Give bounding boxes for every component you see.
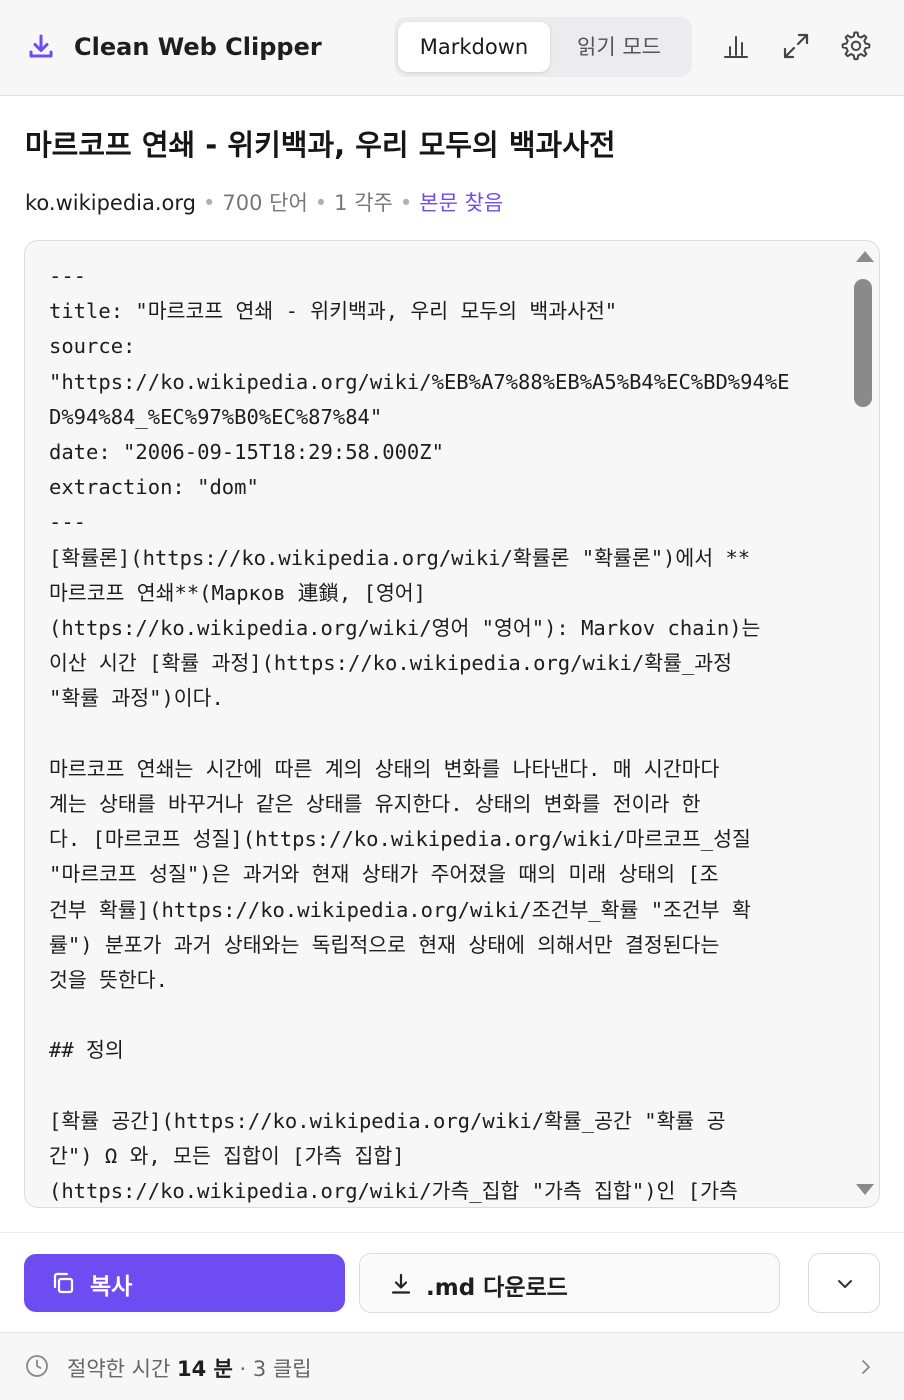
separator-dot: • — [399, 191, 413, 215]
markdown-line: --- — [49, 510, 87, 535]
view-mode-toggle: Markdown 읽기 모드 — [394, 17, 692, 77]
app-title: Clean Web Clipper — [74, 33, 322, 61]
gear-icon[interactable] — [838, 28, 874, 64]
markdown-line: --- — [49, 264, 87, 288]
download-icon — [391, 1273, 411, 1294]
copy-button[interactable]: 복사 — [24, 1254, 345, 1312]
markdown-line: 다. [마르코프 성질](https://ko.wikipedia.org/wi… — [49, 827, 751, 852]
time-saved-text: 절약한 시간 14 분 · 3 클립 — [67, 1353, 312, 1383]
markdown-line — [49, 998, 839, 1033]
page-title: 마르코프 연쇄 - 위키백과, 우리 모두의 백과사전 — [25, 128, 616, 162]
source-domain: ko.wikipedia.org — [25, 191, 196, 215]
word-count: 700 단어 — [222, 191, 308, 215]
download-label: .md 다운로드 — [426, 1275, 568, 1301]
more-options-button[interactable] — [808, 1253, 880, 1313]
footnote-count: 1 각주 — [334, 191, 393, 215]
markdown-line: [확률 공간](https://ko.wikipedia.org/wiki/확률… — [49, 1108, 726, 1133]
chart-icon[interactable] — [718, 28, 754, 64]
expand-icon[interactable] — [778, 28, 814, 64]
markdown-line: 률") 분포가 과거 상태와는 독립적으로 현재 상태에 의해서만 결정된다는 — [49, 932, 720, 957]
markdown-line: ## 정의 — [49, 1038, 124, 1063]
scrollbar[interactable] — [849, 241, 879, 1207]
tab-reading-mode[interactable]: 읽기 모드 — [554, 22, 684, 72]
copy-label: 복사 — [90, 1274, 133, 1300]
markdown-line: source: — [49, 334, 136, 359]
chevron-right-icon — [862, 1360, 870, 1374]
download-md-button[interactable]: .md 다운로드 — [359, 1253, 780, 1313]
markdown-line: 마르코프 연쇄는 시간에 따른 계의 상태의 변화를 나타낸다. 매 시간마다 — [49, 756, 720, 781]
markdown-line: 계는 상태를 바꾸거나 같은 상태를 유지한다. 상태의 변화를 전이라 한 — [49, 792, 701, 817]
markdown-line: D%94%84_%EC%97%B0%EC%87%84" — [49, 404, 383, 429]
scroll-down-arrow-icon[interactable] — [856, 1184, 874, 1195]
markdown-line: 마르코프 연쇄**(Марков 連鎖, [영어] — [49, 580, 427, 605]
markdown-line: 건부 확률](https://ko.wikipedia.org/wiki/조건부… — [49, 897, 751, 922]
scrollbar-thumb[interactable] — [854, 279, 872, 407]
app-header: Clean Web Clipper Markdown 읽기 모드 — [0, 0, 904, 96]
scroll-up-arrow-icon[interactable] — [856, 251, 874, 262]
markdown-line — [49, 1069, 839, 1104]
time-saved-bar[interactable]: 절약한 시간 14 분 · 3 클립 — [0, 1332, 904, 1400]
markdown-line: extraction: "dom" — [49, 475, 259, 500]
separator-dot: · — [239, 1357, 247, 1381]
markdown-line: 이산 시간 [확률 과정](https://ko.wikipedia.org/w… — [49, 651, 732, 676]
chevron-down-icon — [838, 1280, 852, 1288]
markdown-line: date: "2006-09-15T18:29:58.000Z" — [49, 440, 444, 465]
markdown-line: "https://ko.wikipedia.org/wiki/%EB%A7%88… — [49, 369, 790, 394]
markdown-line: (https://ko.wikipedia.org/wiki/영어 "영어"):… — [49, 616, 761, 641]
markdown-text[interactable]: --- title: "마르코프 연쇄 - 위키백과, 우리 모두의 백과사전" s… — [49, 259, 839, 1207]
time-saved-label: 절약한 시간 — [67, 1357, 171, 1381]
markdown-line — [49, 717, 839, 752]
article-meta: ko.wikipedia.org • 700 단어 • 1 각주 • 본문 찾음 — [25, 187, 503, 217]
markdown-line: 것을 뜻한다. — [49, 968, 168, 993]
separator-dot: • — [202, 191, 216, 215]
time-saved-value: 14 분 — [176, 1357, 233, 1381]
download-logo-icon — [29, 34, 53, 58]
find-body-link[interactable]: 본문 찾음 — [419, 191, 503, 215]
markdown-line: 간") Ω 와, 모든 집합이 [가측 집합] — [49, 1144, 405, 1169]
markdown-line: title: "마르코프 연쇄 - 위키백과, 우리 모두의 백과사전" — [49, 299, 618, 324]
clip-count: 3 클립 — [252, 1357, 312, 1381]
markdown-line: (https://ko.wikipedia.org/wiki/가측_집합 "가측… — [49, 1179, 738, 1204]
divider — [0, 1232, 904, 1233]
markdown-preview[interactable]: --- title: "마르코프 연쇄 - 위키백과, 우리 모두의 백과사전" s… — [24, 240, 880, 1208]
markdown-line: [확률론](https://ko.wikipedia.org/wiki/확률론 … — [49, 545, 751, 570]
clock-icon — [26, 1355, 48, 1377]
markdown-line: "마르코프 성질")은 과거와 현재 상태가 주어졌을 때의 미래 상태의 [조 — [49, 862, 719, 887]
tab-markdown[interactable]: Markdown — [398, 22, 550, 72]
copy-icon — [53, 1272, 74, 1294]
separator-dot: • — [314, 191, 328, 215]
markdown-line: "확률 과정")이다. — [49, 686, 224, 711]
